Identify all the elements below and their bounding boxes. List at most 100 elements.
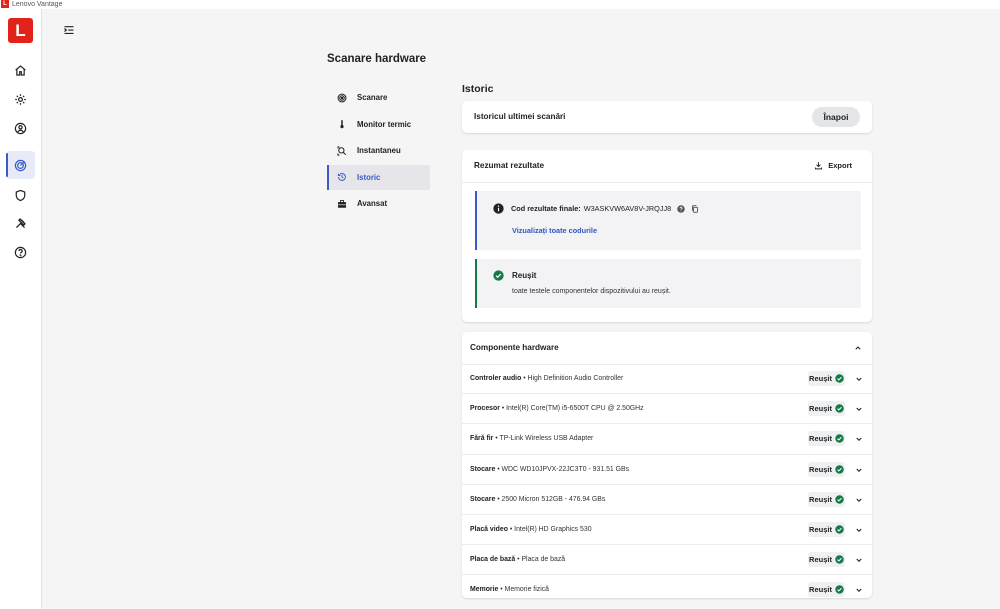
menu-collapse-icon[interactable] xyxy=(63,24,75,36)
status-badge: Reușit xyxy=(808,582,845,598)
chevron-down-icon[interactable] xyxy=(855,375,863,383)
window-titlebar: L Lenovo Vantage xyxy=(0,0,1000,9)
subnav-item-label: Istoric xyxy=(357,172,381,182)
check-circle-icon xyxy=(835,585,844,595)
view-all-codes-link[interactable]: Vizualizați toate codurile xyxy=(512,226,597,235)
results-summary-title: Rezumat rezultate xyxy=(474,161,545,170)
page-title: Scanare hardware xyxy=(327,53,427,65)
rail-item-account[interactable] xyxy=(6,114,35,142)
check-circle-icon xyxy=(835,404,844,413)
last-scan-history-card: Istoricul ultimei scanări Înapoi xyxy=(462,101,872,133)
check-circle-icon xyxy=(835,525,844,534)
subnav-item-advanced[interactable]: Avansat xyxy=(327,191,430,216)
info-icon xyxy=(493,203,504,214)
status-badge: Reușit xyxy=(808,552,845,568)
export-label: Export xyxy=(828,161,852,170)
download-icon xyxy=(815,162,823,170)
chevron-down-icon[interactable] xyxy=(855,496,863,504)
rail-item-tools[interactable] xyxy=(6,209,35,237)
chevron-down-icon[interactable] xyxy=(855,405,863,413)
status-badge: Reușit xyxy=(808,431,845,447)
component-name: 2500 Micron 512GB - 476.94 GBs xyxy=(501,495,606,503)
check-circle-icon xyxy=(493,270,504,281)
component-row[interactable]: Procesor • Intel(R) Core(TM) i5-6500T CP… xyxy=(462,394,872,425)
subnav-item-label: Scanare xyxy=(357,93,388,102)
status-badge: Reușit xyxy=(808,371,845,386)
status-label: Reușit xyxy=(809,585,832,595)
component-name: WDC WD10JPVX-22JC3T0 - 931.51 GBs xyxy=(501,465,630,473)
rail-item-security[interactable] xyxy=(6,181,35,209)
rail-item-help[interactable] xyxy=(6,238,35,266)
copy-icon[interactable] xyxy=(691,204,699,213)
rail-item-settings[interactable] xyxy=(6,85,35,113)
home-icon xyxy=(15,64,26,76)
status-badge: Reușit xyxy=(808,521,845,537)
lenovo-logo: L xyxy=(8,18,33,43)
check-circle-icon xyxy=(835,464,844,474)
snapshot-icon xyxy=(337,146,347,156)
status-label: Reușit xyxy=(809,494,832,504)
results-summary-card: Rezumat rezultate Export Cod rezultate f… xyxy=(462,150,872,322)
results-summary-header: Rezumat rezultate Export xyxy=(462,150,872,183)
chevron-up-icon[interactable] xyxy=(854,344,862,352)
status-badge: Reușit xyxy=(808,461,845,477)
subnav-item-history[interactable]: Istoric xyxy=(327,164,430,190)
hardware-components-list: Controler audio • High Definition Audio … xyxy=(462,364,872,605)
hardware-components-header[interactable]: Componente hardware xyxy=(462,332,872,365)
subnav-item-scan[interactable]: Scanare xyxy=(327,85,430,110)
history-section-title: Istoric xyxy=(462,83,494,95)
rail-item-hardware-scan[interactable] xyxy=(6,151,35,179)
success-box: Reușit toate testele componentelor dispo… xyxy=(475,259,861,308)
component-row[interactable]: Memorie • Memorie fizică Reușit xyxy=(462,575,872,604)
component-row[interactable]: Fără fir • TP-Link Wireless USB Adapter … xyxy=(462,424,872,455)
chevron-down-icon[interactable] xyxy=(855,466,863,474)
component-name: Memorie fizică xyxy=(504,586,550,594)
hardware-components-title: Componente hardware xyxy=(470,343,559,352)
subnav-item-label: Instantaneu xyxy=(357,146,401,156)
subnav-item-thermal-monitor[interactable]: Monitor termic xyxy=(327,112,430,137)
help-icon xyxy=(14,246,27,258)
status-label: Reușit xyxy=(809,524,832,534)
component-type: Fără fir xyxy=(470,435,494,443)
rail-item-home[interactable] xyxy=(6,56,35,84)
last-scan-history-label: Istoricul ultimei scanări xyxy=(474,112,566,121)
component-row[interactable]: Stocare • 2500 Micron 512GB - 476.94 GBs… xyxy=(462,485,872,515)
account-icon xyxy=(14,122,27,134)
status-label: Reușit xyxy=(809,434,832,444)
window-title: Lenovo Vantage xyxy=(12,1,63,8)
chevron-down-icon[interactable] xyxy=(855,526,863,534)
status-label: Reușit xyxy=(809,555,832,565)
status-label: Reușit xyxy=(809,404,832,414)
check-circle-icon xyxy=(835,555,844,564)
app-logo-icon: L xyxy=(1,0,9,8)
help-icon[interactable] xyxy=(677,204,685,213)
component-type: Placa de bază xyxy=(470,556,516,564)
component-name: Placa de bază xyxy=(521,556,566,564)
hardware-components-card: Componente hardware Controler audio • Hi… xyxy=(462,332,872,598)
status-label: Reușit xyxy=(809,464,832,474)
component-row[interactable]: Stocare • WDC WD10JPVX-22JC3T0 - 931.51 … xyxy=(462,455,872,485)
component-type: Controler audio xyxy=(470,375,522,383)
subnav-item-snapshot[interactable]: Instantaneu xyxy=(327,138,430,163)
chevron-down-icon[interactable] xyxy=(855,586,863,594)
chevron-down-icon[interactable] xyxy=(855,556,863,564)
gear-icon xyxy=(15,93,26,105)
component-name: Intel(R) Core(TM) i5-6500T CPU @ 2.50GHz xyxy=(506,405,644,413)
hardware-scan-subnav: Scanare Monitor termic Instantaneu Istor… xyxy=(327,85,430,218)
component-type: Stocare xyxy=(470,465,496,473)
status-badge: Reușit xyxy=(808,491,845,507)
target-icon xyxy=(337,93,347,102)
chevron-down-icon[interactable] xyxy=(855,435,863,443)
tools-icon xyxy=(15,217,26,228)
component-type: Placă video xyxy=(470,526,508,534)
final-code-label: Cod rezultate finale: xyxy=(511,204,581,213)
component-row[interactable]: Controler audio • High Definition Audio … xyxy=(462,364,872,395)
component-row[interactable]: Placă video • Intel(R) HD Graphics 530 R… xyxy=(462,515,872,546)
back-button[interactable]: Înapoi xyxy=(812,107,860,127)
subnav-item-label: Avansat xyxy=(357,199,388,209)
status-label: Reușit xyxy=(809,374,832,383)
component-row[interactable]: Placa de bază • Placa de bază Reușit xyxy=(462,545,872,576)
history-icon xyxy=(337,173,346,182)
hardware-scan-icon xyxy=(14,159,27,171)
export-button[interactable]: Export xyxy=(814,161,852,170)
